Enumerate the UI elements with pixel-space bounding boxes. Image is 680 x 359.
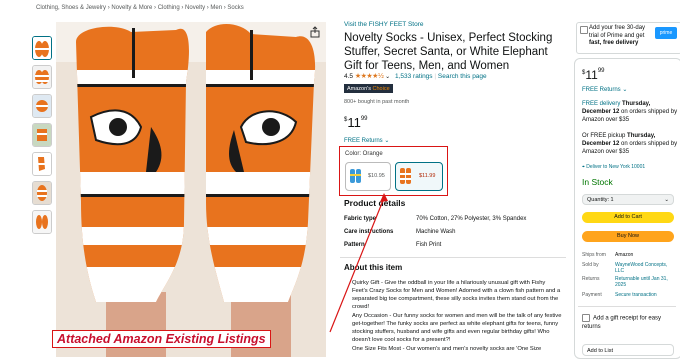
price-dollars: 11 — [585, 68, 598, 82]
buybox-price: $1199 — [582, 68, 605, 82]
buybox-free-returns[interactable]: FREE Returns ⌄ — [582, 86, 678, 94]
star-rating-icon[interactable]: ★★★★½ — [355, 73, 384, 80]
thumbnail[interactable] — [32, 123, 52, 147]
buy-now-button[interactable]: Buy Now — [582, 231, 674, 242]
swatch-price: $11.99 — [419, 173, 436, 179]
rating-row: 4.5 ★★★★½ ⌄ 1,533 ratings | Search this … — [344, 73, 487, 80]
badge-amazon-text: Amazon's — [347, 85, 371, 92]
returns-link[interactable]: Returnable until Jan 31, 2025 — [615, 276, 673, 288]
chevron-down-icon: ⌄ — [664, 197, 669, 203]
payment-row: Payment Secure transaction — [582, 292, 657, 298]
deliver-to-text: Deliver to New York 10001 — [586, 164, 646, 170]
share-icon[interactable] — [309, 26, 321, 38]
chevron-down-icon: ⌄ — [384, 138, 390, 144]
search-page-link[interactable]: Search this page — [438, 73, 487, 80]
delivery-info: FREE delivery Thursday, December 12 on o… — [582, 100, 678, 124]
ships-from-value: Amazon — [615, 252, 634, 258]
ships-from-row: Ships from Amazon — [582, 252, 633, 258]
socks-swatch-icon — [350, 169, 361, 183]
free-returns-link[interactable]: FREE Returns ⌄ — [344, 137, 389, 144]
pickup-prefix: Or FREE pickup — [582, 133, 626, 139]
rating-value: 4.5 — [344, 73, 354, 80]
prime-logo-icon: prime — [655, 27, 677, 39]
sold-by-link[interactable]: WayneWood Concepts, LLC — [615, 262, 673, 274]
price-cents: 99 — [597, 68, 605, 74]
product-main-image[interactable] — [56, 22, 326, 357]
gift-receipt-option[interactable]: Add a gift receipt for easy returns — [582, 314, 680, 331]
returns-label: Returns — [582, 276, 600, 282]
chevron-down-icon: ⌄ — [622, 87, 628, 93]
payment-label: Payment — [582, 292, 602, 298]
color-label: Color: Orange — [345, 151, 383, 157]
free-delivery-link[interactable]: FREE delivery — [582, 101, 620, 107]
spec-value: 70% Cotton, 27% Polyester, 3% Spandex — [416, 216, 527, 222]
prime-trial-text: Add your free 30-day trial of Prime and … — [589, 25, 646, 39]
visit-store-link[interactable]: Visit the FISHY FEET Store — [344, 21, 423, 28]
color-swatch[interactable]: $10.95 — [345, 162, 391, 191]
chevron-down-icon[interactable]: ⌄ — [385, 74, 390, 80]
returns-row: Returns Returnable until Jan 31, 2025 — [582, 276, 668, 288]
quantity-value: Quantity: 1 — [587, 197, 614, 203]
checkbox[interactable] — [582, 314, 590, 322]
thumbnail[interactable] — [32, 210, 52, 234]
divider — [578, 306, 676, 307]
product-price: $1199 — [344, 115, 368, 130]
currency-symbol: $ — [582, 70, 586, 76]
price-dollars: 11 — [347, 115, 361, 130]
in-stock-status: In Stock — [582, 177, 613, 187]
thumbnail[interactable] — [32, 94, 52, 118]
prime-trial-bold: fast, free delivery — [589, 40, 639, 46]
thumbnail-strip — [32, 36, 52, 239]
ships-from-label: Ships from — [582, 252, 606, 258]
thumbnail[interactable] — [32, 152, 52, 176]
ratings-count-link[interactable]: 1,533 ratings — [395, 73, 433, 80]
gift-receipt-text: Add a gift receipt for easy returns — [582, 315, 662, 330]
thumbnail[interactable] — [32, 65, 52, 89]
quantity-select[interactable]: Quantity: 1 ⌄ — [582, 194, 674, 205]
sold-by-row: Sold by WayneWood Concepts, LLC — [582, 262, 667, 274]
bullet-item: One Size Fits Most - Our women's and men… — [352, 346, 542, 352]
pickup-info: Or FREE pickup Thursday, December 12 on … — [582, 132, 678, 156]
color-swatch-selected[interactable]: $11.99 — [395, 162, 443, 191]
add-to-cart-button[interactable]: Add to Cart — [582, 212, 674, 223]
prime-trial-box[interactable]: Add your free 30-day trial of Prime and … — [576, 22, 680, 54]
spec-value: Machine Wash — [416, 229, 456, 235]
annotation-label: Attached Amazon Existing Listings — [52, 330, 271, 348]
checkbox[interactable] — [580, 26, 588, 34]
sold-by-label: Sold by — [582, 262, 599, 268]
annotation-arrow — [329, 193, 388, 333]
socks-swatch-icon — [400, 168, 411, 184]
free-returns-text: FREE Returns — [344, 138, 383, 144]
thumbnail[interactable] — [32, 181, 52, 205]
add-to-list-button[interactable]: Add to List — [582, 344, 674, 356]
breadcrumb[interactable]: Clothing, Shoes & Jewelry › Novelty & Mo… — [36, 5, 244, 11]
deliver-to-link[interactable]: ⌖ Deliver to New York 10001 — [582, 163, 678, 171]
free-returns-text: FREE Returns — [582, 87, 621, 93]
thumbnail[interactable] — [32, 36, 52, 60]
location-pin-icon: ⌖ — [582, 164, 585, 170]
price-cents: 99 — [360, 116, 368, 122]
currency-symbol: $ — [344, 117, 348, 123]
bought-in-past-month: 800+ bought in past month — [344, 99, 410, 105]
amazons-choice-badge: Amazon's Choice — [344, 84, 393, 93]
product-title: Novelty Socks - Unisex, Perfect Stocking… — [344, 32, 553, 72]
spec-value: Fish Print — [416, 242, 442, 248]
badge-choice-text: Choice — [372, 85, 390, 92]
payment-link[interactable]: Secure transaction — [615, 292, 673, 298]
swatch-price: $10.95 — [368, 173, 385, 179]
